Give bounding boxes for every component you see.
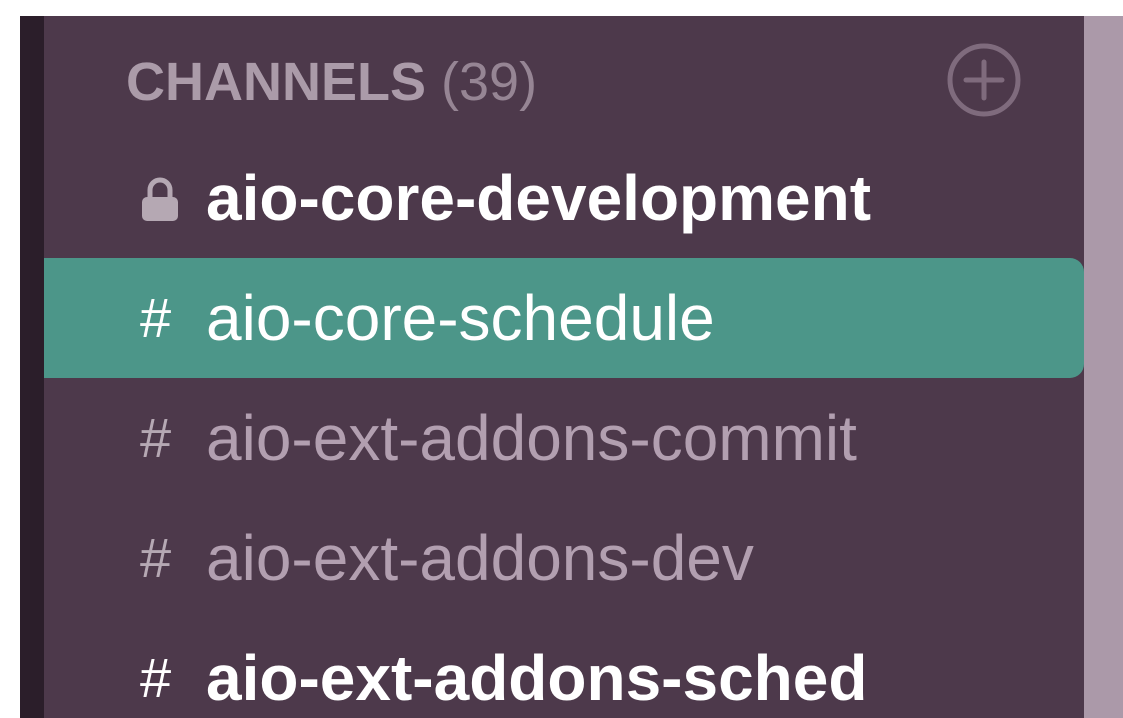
- hash-icon: #: [140, 286, 172, 349]
- channel-list: aio-core-development # aio-core-schedule…: [44, 138, 1084, 718]
- lock-icon: [140, 173, 206, 223]
- channel-name: aio-ext-addons-sched: [206, 642, 868, 714]
- plus-circle-icon: [947, 43, 1021, 117]
- sidebar-scrollbar[interactable]: [1084, 16, 1123, 718]
- hash-icon: #: [140, 406, 172, 469]
- hash-icon: #: [140, 526, 172, 589]
- section-channel-count: (39): [441, 52, 538, 112]
- hash-icon: #: [140, 646, 172, 709]
- channel-sidebar: CHANNELS (39) aio-core-development # aio…: [44, 16, 1084, 718]
- channel-item[interactable]: # aio-ext-addons-sched: [44, 618, 1084, 718]
- channel-name: aio-ext-addons-commit: [206, 402, 857, 474]
- add-channel-button[interactable]: [946, 42, 1022, 118]
- channel-item[interactable]: # aio-ext-addons-dev: [44, 498, 1084, 618]
- channels-section-header[interactable]: CHANNELS (39): [44, 16, 1084, 142]
- section-title[interactable]: CHANNELS (39): [126, 46, 537, 118]
- channel-item[interactable]: # aio-ext-addons-commit: [44, 378, 1084, 498]
- channel-item-selected[interactable]: # aio-core-schedule: [44, 258, 1084, 378]
- slack-sidebar-window: CHANNELS (39) aio-core-development # aio…: [20, 16, 1123, 718]
- channel-name: aio-ext-addons-dev: [206, 522, 754, 594]
- section-title-label: CHANNELS: [126, 52, 427, 112]
- channel-item[interactable]: aio-core-development: [44, 138, 1084, 258]
- workspace-edge-strip: [20, 16, 44, 718]
- channel-name: aio-core-development: [206, 162, 872, 234]
- channel-name: aio-core-schedule: [206, 282, 715, 354]
